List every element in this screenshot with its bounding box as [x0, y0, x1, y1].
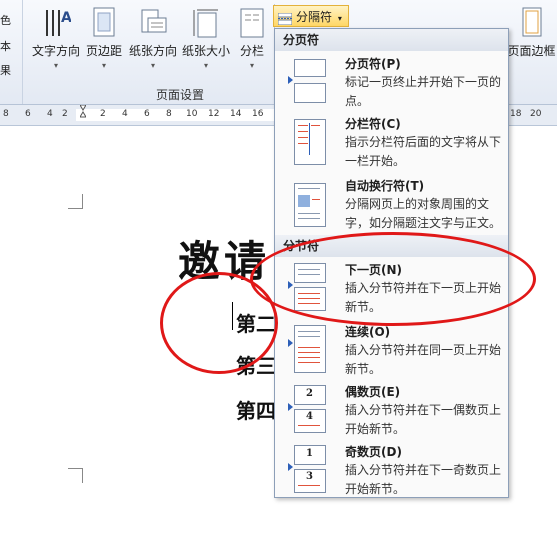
menu-item-description: 插入分节符并在下一奇数页上开始新节。 [345, 463, 502, 496]
menu-item-title: 分栏符(C) [345, 117, 401, 131]
ruler-tick: 14 [230, 109, 242, 119]
ruler-tick: 4 [47, 109, 53, 119]
svg-text:A: A [61, 10, 71, 26]
ruler-tick: 8 [166, 109, 172, 119]
ruler-tick: 6 [144, 109, 150, 119]
page-break-icon [288, 57, 328, 105]
ruler-tick: 6 [25, 109, 31, 119]
page-corner-mark [68, 194, 83, 209]
menu-item-description: 插入分节符并在下一偶数页上开始新节。 [345, 403, 502, 436]
page-corner-mark [68, 468, 83, 483]
ribbon-left-cut: 色 本 果 [0, 0, 23, 104]
ruler-text-area [76, 109, 276, 121]
column-break-icon [288, 117, 328, 165]
menu-item-continuous[interactable]: 连续(O) 插入分节符并在同一页上开始新节。 [276, 321, 507, 379]
even-page-icon: 2 4 [288, 385, 328, 433]
ruler-tick: 20 [530, 109, 542, 119]
menu-item-text-wrapping-break[interactable]: 自动换行符(T) 分隔网页上的对象周围的文字，如分隔题注文字与正文。 [276, 175, 507, 235]
indent-marker-icon[interactable] [79, 104, 87, 125]
margins-button[interactable]: 页边距 ▾ [84, 2, 124, 72]
menu-item-even-page[interactable]: 2 4 偶数页(E) 插入分节符并在下一偶数页上开始新节。 [276, 381, 507, 439]
columns-button[interactable]: 分栏 ▾ [236, 2, 268, 72]
chevron-down-icon: ▾ [101, 61, 106, 70]
menu-item-description: 指示分栏符后面的文字将从下一栏开始。 [345, 135, 502, 168]
menu-item-title: 自动换行符(T) [345, 179, 425, 193]
page-border-button[interactable]: 页面边框 [506, 2, 557, 72]
page-border-icon [517, 6, 547, 40]
menu-item-title: 奇数页(D) [345, 445, 402, 459]
margins-icon [89, 6, 119, 40]
breaks-button[interactable]: 分隔符 ▾ [273, 5, 349, 27]
text-wrapping-icon [288, 179, 328, 227]
ruler-tick: 16 [252, 109, 264, 119]
menu-item-description: 标记一页终止并开始下一页的点。 [345, 75, 502, 108]
orientation-icon [138, 6, 168, 40]
section-header-page-breaks: 分页符 [275, 29, 508, 51]
menu-item-title: 偶数页(E) [345, 385, 401, 399]
text-direction-icon: A [41, 6, 72, 40]
columns-icon [237, 6, 267, 40]
ruler-tick: 8 [3, 109, 9, 119]
menu-item-description: 分隔网页上的对象周围的文字，如分隔题注文字与正文。 [345, 197, 502, 230]
left-cut-label: 果 [0, 64, 11, 77]
orientation-label: 纸张方向 [128, 44, 177, 58]
menu-item-odd-page[interactable]: 1 3 奇数页(D) 插入分节符并在下一奇数页上开始新节。 [276, 441, 507, 497]
margins-label: 页边距 [85, 44, 122, 58]
odd-page-icon: 1 3 [288, 445, 328, 493]
ruler-tick: 2 [100, 109, 106, 119]
chevron-down-icon: ▾ [249, 61, 254, 70]
columns-label: 分栏 [239, 44, 264, 58]
menu-item-description: 插入分节符并在同一页上开始新节。 [345, 343, 502, 376]
annotation-ellipse [250, 232, 536, 326]
page-border-label: 页面边框 [507, 44, 556, 58]
left-cut-label: 色 [0, 14, 11, 27]
text-direction-label: 文字方向 [31, 44, 80, 58]
chevron-down-icon: ▾ [203, 61, 208, 70]
breaks-icon [277, 10, 293, 26]
ruler-tick: 2 [62, 109, 68, 119]
group-label: 页面设置 [155, 88, 204, 102]
chevron-down-icon: ▾ [150, 61, 155, 70]
ruler-tick: 12 [208, 109, 220, 119]
continuous-icon [288, 325, 328, 373]
paper-size-icon [191, 6, 221, 40]
ruler-tick: 4 [122, 109, 128, 119]
chevron-down-icon: ▾ [53, 61, 58, 70]
ruler-tick: 18 [510, 109, 522, 119]
chevron-down-icon: ▾ [337, 14, 342, 23]
text-direction-button[interactable]: A 文字方向 ▾ [30, 2, 82, 72]
left-cut-label: 本 [0, 40, 11, 53]
document-line: 第四 [236, 399, 276, 423]
orientation-button[interactable]: 纸张方向 ▾ [127, 2, 179, 72]
paper-size-label: 纸张大小 [181, 44, 230, 58]
menu-item-page-break[interactable]: 分页符(P) 标记一页终止并开始下一页的点。 [276, 53, 507, 109]
ruler-tick: 10 [186, 109, 198, 119]
breaks-label: 分隔符 [296, 10, 333, 24]
menu-item-title: 分页符(P) [345, 57, 401, 71]
menu-item-column-break[interactable]: 分栏符(C) 指示分栏符后面的文字将从下一栏开始。 [276, 113, 507, 171]
paper-size-button[interactable]: 纸张大小 ▾ [181, 2, 231, 72]
